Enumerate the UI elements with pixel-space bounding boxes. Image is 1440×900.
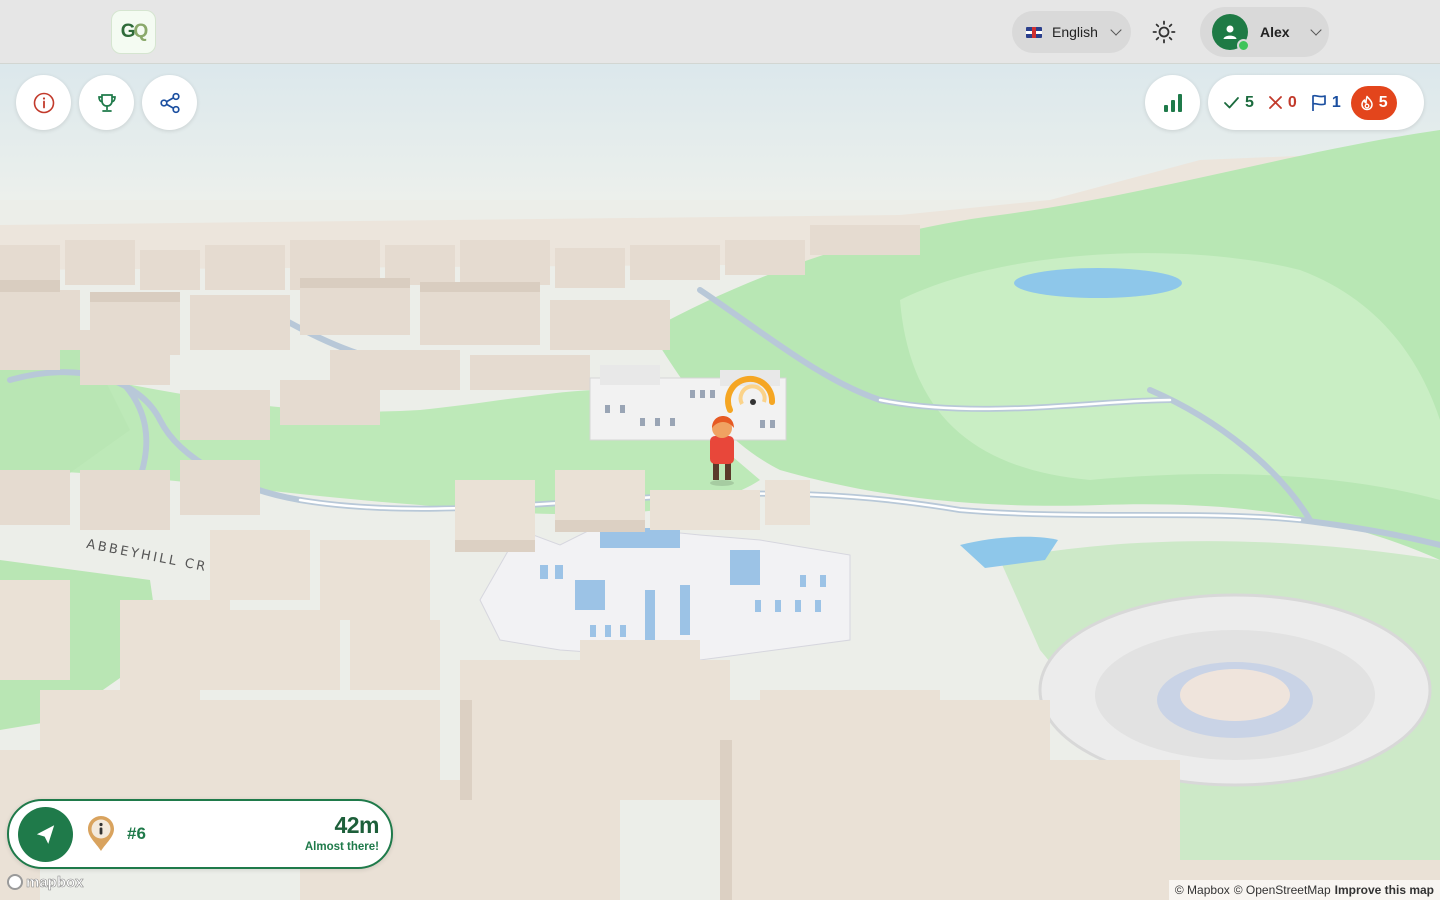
language-selector[interactable]: English xyxy=(1012,11,1131,53)
clue-number: #6 xyxy=(127,824,146,843)
stats-button[interactable] xyxy=(1145,75,1200,130)
app-logo[interactable]: GQ xyxy=(111,10,156,54)
flag-count: 1 xyxy=(1311,94,1341,112)
theme-toggle-button[interactable] xyxy=(1142,10,1186,54)
navigation-arrow-icon xyxy=(36,824,54,844)
user-menu[interactable]: Alex xyxy=(1200,7,1329,57)
close-icon xyxy=(1269,96,1282,109)
info-button[interactable] xyxy=(16,75,71,130)
improve-map-link[interactable]: Improve this map xyxy=(1335,883,1434,897)
map-canvas[interactable]: ABBEYHILL CR xyxy=(0,0,1440,900)
distance-panel: #6 42m Almost there! xyxy=(7,799,393,869)
leaderboard-button[interactable] xyxy=(79,75,134,130)
top-bar: GQ English Alex xyxy=(0,0,1440,64)
share-icon xyxy=(159,92,180,113)
uk-flag-icon xyxy=(1026,26,1042,38)
correct-value: 5 xyxy=(1245,93,1254,111)
distance-status: Almost there! xyxy=(304,841,379,853)
streak-value: 5 xyxy=(1378,93,1388,111)
mapbox-icon xyxy=(7,874,23,890)
correct-count: 5 xyxy=(1223,94,1254,112)
chevron-down-icon xyxy=(1110,24,1122,36)
flag-value: 1 xyxy=(1331,93,1341,111)
user-name: Alex xyxy=(1260,24,1290,40)
score-panel: 5 0 1 5 xyxy=(1208,75,1424,130)
map-attribution: © Mapbox © OpenStreetMap Improve this ma… xyxy=(1168,880,1440,900)
distance-value: 42m xyxy=(334,812,379,838)
avatar xyxy=(1212,14,1250,52)
flag-icon xyxy=(1311,94,1326,111)
language-label: English xyxy=(1052,24,1098,40)
info-icon xyxy=(33,92,54,113)
mapbox-logo[interactable]: mapbox xyxy=(7,873,84,891)
mapbox-wordmark: mapbox xyxy=(26,873,84,891)
wrong-value: 0 xyxy=(1287,93,1297,111)
streak-badge: 5 xyxy=(1350,85,1397,120)
bar-chart-icon xyxy=(1163,93,1182,112)
trophy-icon xyxy=(97,93,116,112)
attribution-mapbox-link[interactable]: © Mapbox xyxy=(1175,883,1230,897)
map-3d-view xyxy=(0,0,1440,900)
online-status-dot xyxy=(1237,39,1250,52)
clue-pin-icon[interactable] xyxy=(86,815,116,853)
share-button[interactable] xyxy=(142,75,197,130)
user-icon xyxy=(1223,25,1237,39)
fire-icon xyxy=(1360,95,1373,110)
attribution-osm-link[interactable]: © OpenStreetMap xyxy=(1234,883,1331,897)
chevron-down-icon xyxy=(1309,24,1322,36)
navigate-button[interactable] xyxy=(18,807,73,862)
wrong-count: 0 xyxy=(1268,94,1297,112)
check-icon xyxy=(1224,97,1239,109)
sun-icon xyxy=(1152,20,1176,44)
